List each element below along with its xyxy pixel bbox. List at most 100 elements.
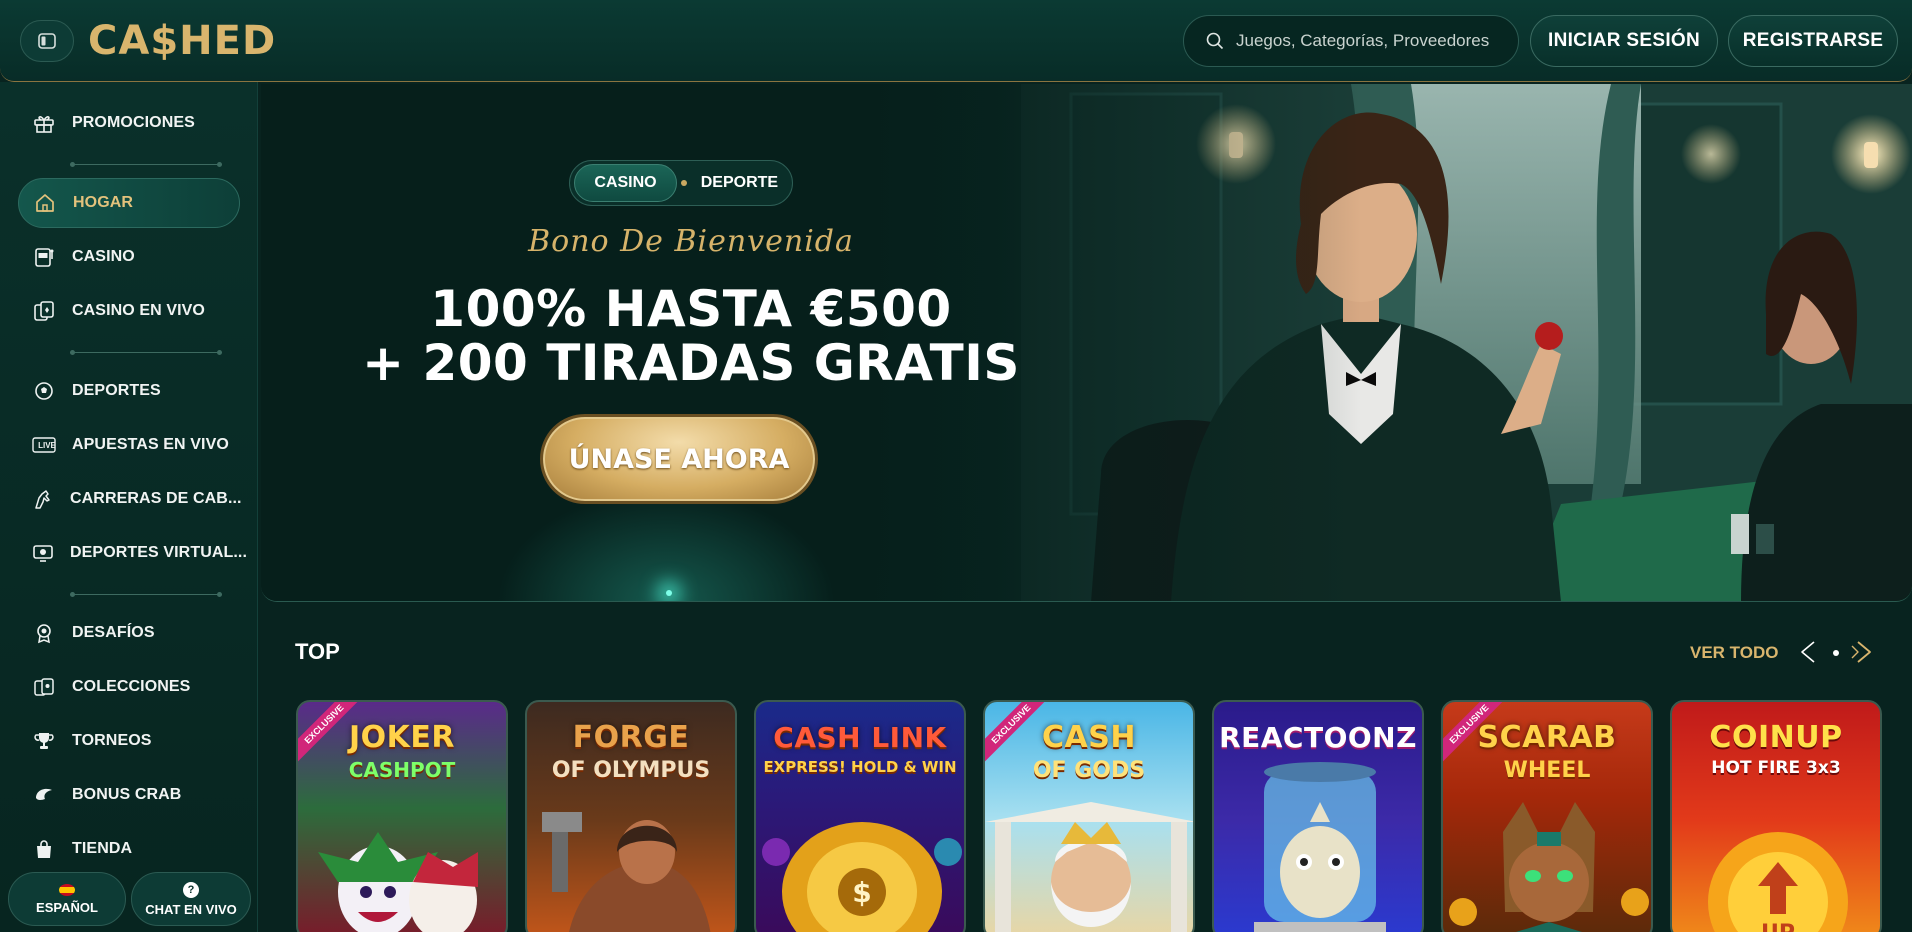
- game-title: CASH LINK: [773, 721, 947, 754]
- login-button[interactable]: INICIAR SESIÓN: [1530, 15, 1718, 67]
- sidebar-item-promociones[interactable]: PROMOCIONES: [18, 98, 240, 148]
- slot-machine-icon: [32, 245, 56, 269]
- sidebar-item-label: TORNEOS: [72, 732, 152, 749]
- monitor-ball-icon: [32, 541, 54, 565]
- offer-line-1: 100% HASTA €500: [430, 280, 952, 338]
- sidebar-item-label: TIENDA: [72, 840, 133, 857]
- glow-dot: [666, 590, 672, 596]
- hero-banner: CASINO DEPORTE Bono De Bienvenida 100% H…: [261, 84, 1912, 602]
- top-header: CA$HED INICIAR SESIÓN REGISTRARSE: [0, 0, 1912, 82]
- language-label: ESPAÑOL: [36, 899, 98, 915]
- sidebar: PROMOCIONES HOGAR CASINO CASINO EN VIVO …: [0, 82, 258, 932]
- live-chat-label: CHAT EN VIVO: [145, 901, 237, 917]
- sidebar-toggle-button[interactable]: [20, 20, 74, 62]
- horse-icon: [32, 487, 54, 511]
- game-title: COINUP: [1709, 720, 1843, 755]
- sidebar-item-bonus-crab[interactable]: BONUS CRAB: [18, 770, 240, 820]
- game-card-joker-cashpot[interactable]: EXCLUSIVE JOKER CASHPOT: [296, 700, 508, 932]
- scarab-illustration: [1449, 802, 1649, 932]
- tab-casino[interactable]: CASINO: [574, 164, 678, 202]
- reactoonz-illustration: [1254, 762, 1386, 932]
- game-subtitle: HOT FIRE 3x3: [1711, 758, 1841, 778]
- sidebar-divider: [70, 160, 222, 169]
- help-icon: ?: [183, 881, 199, 898]
- soccer-ball-icon: [32, 379, 56, 403]
- sidebar-item-torneos[interactable]: TORNEOS: [18, 716, 240, 766]
- carousel-dot: [1833, 650, 1839, 656]
- product-tabs: CASINO DEPORTE: [569, 160, 793, 206]
- sidebar-item-label: DEPORTES: [72, 382, 161, 399]
- game-subtitle: OF GODS: [1032, 758, 1146, 783]
- sidebar-item-hogar[interactable]: HOGAR: [18, 178, 240, 228]
- game-title: JOKER: [348, 720, 455, 755]
- see-all-link[interactable]: VER TODO: [1690, 643, 1778, 663]
- cash-link-illustration: $: [762, 822, 962, 932]
- joker-illustration: [318, 832, 478, 932]
- game-title: CASH: [1042, 720, 1136, 755]
- cash-of-gods-illustration: [985, 802, 1193, 932]
- sidebar-item-label: CASINO EN VIVO: [72, 302, 205, 319]
- shopping-bag-icon: [32, 837, 56, 861]
- language-selector[interactable]: ESPAÑOL: [8, 872, 126, 926]
- sidebar-divider: [70, 590, 222, 599]
- game-card-cash-of-gods[interactable]: EXCLUSIVE CASH OF GODS: [983, 700, 1195, 932]
- brand-logo[interactable]: CA$HED: [88, 18, 276, 64]
- forge-illustration: [542, 812, 711, 932]
- game-card-reactoonz[interactable]: REACTOONZ: [1212, 700, 1424, 932]
- home-icon: [33, 191, 57, 215]
- sidebar-toggle-icon: [38, 33, 56, 49]
- sidebar-item-deportes[interactable]: DEPORTES: [18, 366, 240, 416]
- section-title-top: TOP: [295, 639, 340, 664]
- game-card-scarab-wheel[interactable]: EXCLUSIVE SCARAB WHEEL: [1441, 700, 1653, 932]
- game-title: FORGE: [572, 720, 690, 755]
- sidebar-divider: [70, 348, 222, 357]
- sidebar-item-deportes-virtuales[interactable]: DEPORTES VIRTUAL...: [18, 528, 247, 578]
- game-subtitle: EXPRESS! HOLD & WIN: [763, 758, 957, 776]
- game-subtitle: CASHPOT: [348, 758, 456, 782]
- sidebar-item-label: CARRERAS DE CAB...: [70, 490, 242, 507]
- game-card-coinup-hot-fire[interactable]: COINUP HOT FIRE 3x3 UP: [1670, 700, 1882, 932]
- spain-flag-icon: [59, 883, 75, 896]
- live-badge: LIVE: [38, 441, 56, 450]
- search-input[interactable]: [1236, 31, 1496, 51]
- sidebar-item-label: DESAFÍOS: [72, 624, 155, 641]
- tab-deporte[interactable]: DEPORTE: [691, 164, 788, 202]
- game-card-cash-link-express[interactable]: CASH LINK EXPRESS! HOLD & WIN $: [754, 700, 966, 932]
- gift-icon: [32, 111, 56, 135]
- collection-cards-icon: [32, 675, 56, 699]
- join-now-button[interactable]: ÚNASE AHORA: [540, 414, 818, 504]
- carousel-prev-icon[interactable]: [1796, 638, 1824, 666]
- sidebar-item-label: HOGAR: [73, 194, 134, 211]
- sidebar-item-desafios[interactable]: DESAFÍOS: [18, 608, 240, 658]
- sidebar-item-label: CASINO: [72, 248, 135, 265]
- svg-text:UP: UP: [1761, 921, 1795, 932]
- game-title: REACTOONZ: [1219, 721, 1417, 754]
- crab-icon: [32, 783, 56, 807]
- search-bar[interactable]: [1183, 15, 1519, 67]
- sidebar-item-label: COLECCIONES: [72, 678, 191, 695]
- sidebar-item-label: PROMOCIONES: [72, 114, 195, 131]
- sidebar-item-label: APUESTAS EN VIVO: [72, 436, 229, 453]
- sidebar-item-label: DEPORTES VIRTUAL...: [70, 544, 248, 561]
- offer-line-2: + 200 TIRADAS GRATIS: [362, 334, 1020, 392]
- register-button[interactable]: REGISTRARSE: [1728, 15, 1898, 67]
- sidebar-item-colecciones[interactable]: COLECCIONES: [18, 662, 240, 712]
- trophy-icon: [32, 729, 56, 753]
- game-card-forge-of-olympus[interactable]: FORGE OF OLYMPUS: [525, 700, 737, 932]
- medal-icon: [32, 621, 56, 645]
- game-title: SCARAB: [1477, 720, 1617, 755]
- sidebar-item-carreras-de-caballos[interactable]: CARRERAS DE CAB...: [18, 474, 242, 524]
- search-icon: [1206, 32, 1224, 50]
- cards-icon: [32, 299, 56, 323]
- game-subtitle: OF OLYMPUS: [551, 758, 711, 783]
- carousel-next-icon[interactable]: [1848, 638, 1876, 666]
- sidebar-item-casino[interactable]: CASINO: [18, 232, 240, 282]
- live-chat-button[interactable]: ? CHAT EN VIVO: [131, 872, 251, 926]
- svg-text:$: $: [852, 876, 871, 909]
- sidebar-item-casino-en-vivo[interactable]: CASINO EN VIVO: [18, 286, 240, 336]
- coinup-illustration: UP: [1708, 832, 1848, 932]
- sidebar-item-tienda[interactable]: TIENDA: [18, 824, 240, 874]
- tab-separator-dot: [681, 180, 687, 186]
- sidebar-item-label: BONUS CRAB: [72, 786, 182, 803]
- bonus-title: Bono De Bienvenida: [528, 224, 854, 259]
